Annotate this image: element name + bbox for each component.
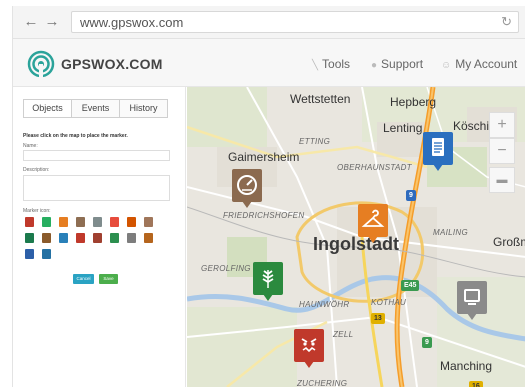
marker-icon-option[interactable] bbox=[25, 217, 34, 227]
document-marker[interactable] bbox=[423, 132, 453, 171]
district-etting: ETTING bbox=[299, 137, 331, 146]
place-gaimersheim: Gaimersheim bbox=[228, 150, 300, 164]
marker-icon-option[interactable] bbox=[42, 233, 51, 243]
marker-icon-option[interactable] bbox=[59, 217, 68, 227]
road-shield-16: 16 bbox=[469, 381, 483, 387]
place-hepberg: Hepberg bbox=[390, 95, 437, 109]
browser-toolbar: ← → www.gpswox.com ↻ bbox=[13, 6, 525, 39]
url-text: www.gpswox.com bbox=[80, 15, 184, 30]
wheat-marker[interactable] bbox=[253, 262, 283, 301]
marker-icon-option[interactable] bbox=[59, 233, 68, 243]
map-view[interactable]: Wettstetten Hepberg Lenting Kösching Gai… bbox=[187, 87, 525, 387]
district-oberhaunstadt: OBERHAUNSTADT bbox=[337, 163, 412, 172]
marker-icon-option[interactable] bbox=[110, 233, 119, 243]
layers-icon: ▬ bbox=[496, 174, 508, 186]
place-grossme: Großme bbox=[493, 235, 525, 249]
marker-icon-option[interactable] bbox=[110, 217, 119, 227]
map-layers-button[interactable]: ▬ bbox=[489, 167, 515, 193]
marker-icon-option[interactable] bbox=[93, 217, 102, 227]
district-gerolfing: GEROLFING bbox=[201, 264, 251, 273]
marker-icon-option[interactable] bbox=[25, 249, 34, 259]
road-shield-9: 9 bbox=[406, 190, 416, 201]
marker-icon-label: Marker icon: bbox=[23, 208, 51, 214]
marker-icon-option[interactable] bbox=[144, 233, 153, 243]
district-zuchering: ZUCHERING bbox=[297, 379, 348, 387]
menu-my-account-label: My Account bbox=[455, 57, 518, 71]
sidebar-panel: Objects Events History Please click on t… bbox=[13, 87, 186, 387]
reload-icon[interactable]: ↻ bbox=[501, 14, 512, 30]
tab-objects[interactable]: Objects bbox=[24, 100, 72, 117]
place-manching: Manching bbox=[440, 359, 493, 373]
logo-text[interactable]: GPSWOX.COM bbox=[61, 56, 163, 72]
tv-marker[interactable] bbox=[457, 281, 487, 320]
marker-icon-option[interactable] bbox=[76, 217, 85, 227]
marker-pointer bbox=[304, 361, 314, 368]
place-wettstetten: Wettstetten bbox=[290, 92, 351, 106]
instruction-text: Please click on the map to place the mar… bbox=[23, 133, 128, 139]
save-button[interactable]: Save bbox=[99, 274, 118, 284]
marker-icon-option[interactable] bbox=[76, 233, 85, 243]
address-bar[interactable]: www.gpswox.com ↻ bbox=[71, 11, 519, 33]
name-field[interactable] bbox=[23, 150, 170, 161]
district-friedrichshofen: FRIEDRICHSHOFEN bbox=[223, 211, 305, 220]
sidebar-tabs: Objects Events History bbox=[23, 99, 168, 118]
marker-pointer bbox=[263, 294, 273, 301]
road-shield-e45: E45 bbox=[401, 280, 420, 291]
description-field[interactable] bbox=[23, 175, 170, 201]
wheat-icon bbox=[262, 270, 274, 288]
hanger-icon bbox=[361, 209, 385, 227]
tv-icon bbox=[464, 289, 480, 305]
cancel-button[interactable]: Cancel bbox=[73, 274, 94, 284]
place-ingolstadt: Ingolstadt bbox=[313, 234, 399, 254]
marker-pointer bbox=[467, 313, 477, 320]
name-label: Name: bbox=[23, 143, 38, 149]
document-icon bbox=[432, 138, 444, 156]
district-mailing: MAILING bbox=[433, 228, 468, 237]
wrench-icon: ╲ bbox=[312, 60, 319, 71]
menu-tools-label: Tools bbox=[322, 57, 351, 71]
logo-icon[interactable] bbox=[26, 50, 56, 78]
hanger-marker[interactable] bbox=[358, 204, 388, 243]
zoom-in-button[interactable]: + bbox=[489, 112, 515, 138]
marker-icon-option[interactable] bbox=[25, 233, 34, 243]
marker-icon-option[interactable] bbox=[144, 217, 153, 227]
menu-tools[interactable]: ╲ Tools bbox=[312, 57, 350, 71]
district-haunwoehr: HAUNWÖHR bbox=[299, 300, 350, 309]
menu-support[interactable]: ● Support bbox=[371, 57, 423, 71]
site-header: GPSWOX.COM ╲ Tools ● Support ☺ My Account bbox=[13, 39, 525, 87]
marker-pointer bbox=[433, 164, 443, 171]
user-icon: ☺ bbox=[441, 60, 452, 71]
road-shield-9b: 9 bbox=[422, 337, 432, 348]
menu-my-account[interactable]: ☺ My Account bbox=[441, 57, 517, 71]
menu-support-label: Support bbox=[381, 57, 424, 71]
road-shield-13: 13 bbox=[371, 313, 385, 324]
marker-icon-option[interactable] bbox=[127, 217, 136, 227]
tab-history[interactable]: History bbox=[120, 100, 167, 117]
gauge-icon bbox=[237, 175, 257, 195]
marker-icon-option[interactable] bbox=[93, 233, 102, 243]
mask-icon bbox=[301, 338, 317, 353]
marker-icon-option[interactable] bbox=[42, 217, 51, 227]
marker-icon-option[interactable] bbox=[127, 233, 136, 243]
district-kothau: KOTHAU bbox=[371, 298, 407, 307]
district-zell: ZELL bbox=[333, 330, 354, 339]
browser-window: ← → www.gpswox.com ↻ GPSWOX.COM ╲ Tools ●… bbox=[12, 6, 525, 387]
zoom-out-button[interactable]: − bbox=[489, 138, 515, 164]
marker-icon-option[interactable] bbox=[42, 249, 51, 259]
place-lenting: Lenting bbox=[383, 121, 423, 135]
info-icon: ● bbox=[371, 60, 378, 71]
marker-pointer bbox=[368, 236, 378, 243]
gauge-marker[interactable] bbox=[232, 169, 262, 208]
arrow-left-icon[interactable]: ← bbox=[23, 14, 39, 30]
tab-events[interactable]: Events bbox=[72, 100, 120, 117]
mask-marker[interactable] bbox=[294, 329, 324, 368]
arrow-right-icon[interactable]: → bbox=[44, 14, 60, 30]
description-label: Description: bbox=[23, 167, 50, 173]
marker-pointer bbox=[242, 201, 252, 208]
